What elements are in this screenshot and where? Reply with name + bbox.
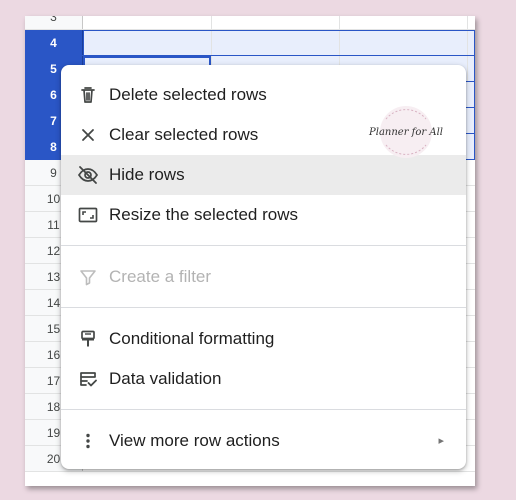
- row-header[interactable]: 4: [25, 30, 83, 55]
- menu-item-label: View more row actions: [109, 431, 280, 450]
- eye-off-icon: [77, 164, 99, 186]
- row-4[interactable]: 4: [25, 30, 475, 56]
- data-validation-icon: [77, 368, 99, 390]
- menu-item-label: Create a filter: [109, 267, 212, 286]
- conditional-formatting-menu-item[interactable]: Conditional formatting: [61, 319, 466, 359]
- resize-icon: [77, 204, 99, 226]
- menu-item-label: Delete selected rows: [109, 85, 267, 104]
- paint-format-icon: [77, 328, 99, 350]
- trash-icon: [77, 84, 99, 106]
- planner-logo-icon: Planner for All: [366, 101, 446, 163]
- row-header[interactable]: 3: [25, 16, 83, 29]
- menu-divider: [61, 307, 466, 308]
- menu-item-label: Resize the selected rows: [109, 205, 298, 224]
- menu-item-label: Clear selected rows: [109, 125, 259, 144]
- row-context-menu: Delete selected rows Clear selected rows…: [61, 65, 466, 469]
- close-icon: [77, 124, 99, 146]
- data-validation-menu-item[interactable]: Data validation: [61, 359, 466, 399]
- svg-text:Planner for All: Planner for All: [368, 127, 443, 138]
- more-vert-icon: [77, 430, 99, 452]
- menu-item-label: Hide rows: [109, 165, 185, 184]
- menu-item-label: Data validation: [109, 369, 222, 388]
- menu-divider: [61, 409, 466, 410]
- create-filter-menu-item: Create a filter: [61, 257, 466, 297]
- row-cells[interactable]: [83, 30, 475, 55]
- submenu-arrow-icon: ▸: [438, 435, 444, 447]
- row-cells[interactable]: [83, 16, 475, 29]
- more-row-actions-menu-item[interactable]: View more row actions ▸: [61, 421, 466, 461]
- resize-rows-menu-item[interactable]: Resize the selected rows: [61, 195, 466, 235]
- filter-icon: [77, 266, 99, 288]
- menu-item-label: Conditional formatting: [109, 329, 275, 348]
- row-3[interactable]: 3: [25, 16, 475, 30]
- menu-divider: [61, 245, 466, 246]
